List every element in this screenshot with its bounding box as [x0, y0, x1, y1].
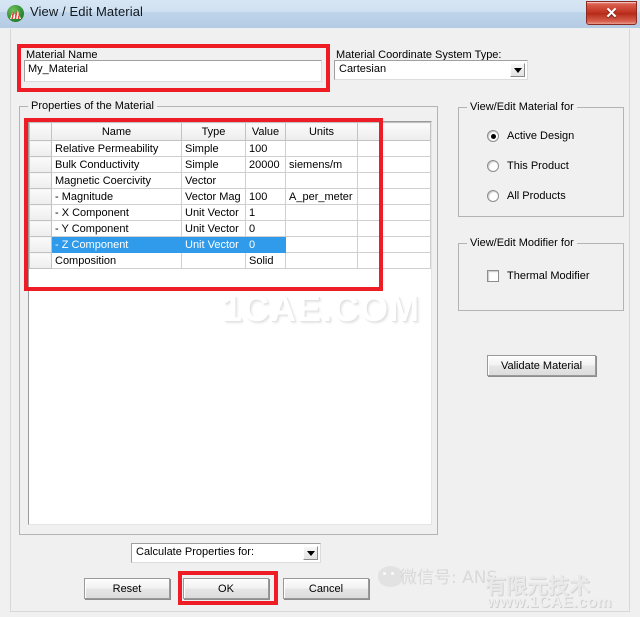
cell-name[interactable]: Bulk Conductivity [52, 157, 182, 173]
reset-button[interactable]: Reset [84, 578, 170, 599]
cell-name[interactable]: Relative Permeability [52, 141, 182, 157]
view-edit-material-for-title: View/Edit Material for [467, 101, 577, 113]
cell-units[interactable] [286, 205, 358, 221]
column-header-tail[interactable] [358, 123, 431, 141]
table-row[interactable]: Bulk ConductivitySimple20000siemens/m [30, 157, 431, 173]
cell-type[interactable]: Unit Vector [182, 237, 246, 253]
ansys-logo-icon [7, 5, 24, 22]
cell-type[interactable]: Unit Vector [182, 221, 246, 237]
calculate-properties-value: Calculate Properties for: [136, 546, 254, 558]
coordinate-system-value: Cartesian [339, 63, 386, 75]
row-selector-cell[interactable] [30, 157, 52, 173]
column-header-select[interactable] [30, 123, 52, 141]
cell-units[interactable] [286, 221, 358, 237]
column-header-units[interactable]: Units [286, 123, 358, 141]
window-title: View / Edit Material [30, 4, 143, 19]
column-header-value[interactable]: Value [246, 123, 286, 141]
radio-label-all-products[interactable]: All Products [507, 190, 566, 202]
radio-label-active-design[interactable]: Active Design [507, 130, 574, 142]
row-selector-cell[interactable] [30, 205, 52, 221]
cell-value[interactable]: 100 [246, 189, 286, 205]
cell-name[interactable]: - Y Component [52, 221, 182, 237]
table-row[interactable]: Magnetic CoercivityVector [30, 173, 431, 189]
cell-type[interactable]: Vector [182, 173, 246, 189]
cell-units[interactable] [286, 253, 358, 269]
ok-button[interactable]: OK [183, 578, 269, 599]
cell-type[interactable] [182, 253, 246, 269]
row-selector-cell[interactable] [30, 189, 52, 205]
cell-value[interactable]: 100 [246, 141, 286, 157]
table-row[interactable]: Relative PermeabilitySimple100 [30, 141, 431, 157]
cell-units[interactable]: A_per_meter [286, 189, 358, 205]
checkbox-label-thermal-modifier[interactable]: Thermal Modifier [507, 270, 590, 282]
cell-value[interactable]: 0 [246, 221, 286, 237]
cell-value[interactable]: 1 [246, 205, 286, 221]
properties-table-body: Relative PermeabilitySimple100Bulk Condu… [30, 141, 431, 269]
cancel-button[interactable]: Cancel [283, 578, 369, 599]
row-selector-cell[interactable] [30, 173, 52, 189]
cell-name[interactable]: - Magnitude [52, 189, 182, 205]
title-bar: View / Edit Material ✕ [0, 0, 640, 29]
cell-tail [358, 221, 431, 237]
properties-table[interactable]: Name Type Value Units Relative Permeabil… [28, 121, 432, 525]
cell-tail [358, 173, 431, 189]
close-icon: ✕ [587, 2, 636, 24]
checkbox-thermal-modifier[interactable] [487, 270, 499, 282]
radio-all-products[interactable] [487, 190, 499, 202]
cell-type[interactable]: Simple [182, 157, 246, 173]
cell-units[interactable] [286, 173, 358, 189]
cell-type[interactable]: Vector Mag [182, 189, 246, 205]
cell-tail [358, 253, 431, 269]
cell-tail [358, 141, 431, 157]
row-selector-cell[interactable] [30, 141, 52, 157]
cell-tail [358, 157, 431, 173]
cell-type[interactable]: Unit Vector [182, 205, 246, 221]
properties-group-title: Properties of the Material [28, 100, 157, 112]
properties-grid: Name Type Value Units Relative Permeabil… [29, 122, 431, 269]
cell-units[interactable]: siemens/m [286, 157, 358, 173]
view-edit-modifier-for-group: View/Edit Modifier for Thermal Modifier [458, 243, 624, 311]
cell-name[interactable]: - X Component [52, 205, 182, 221]
table-row[interactable]: - MagnitudeVector Mag100A_per_meter [30, 189, 431, 205]
row-selector-cell[interactable] [30, 237, 52, 253]
view-edit-material-dialog: View / Edit Material ✕ Material Name My_… [0, 0, 640, 617]
radio-active-design[interactable] [487, 130, 499, 142]
table-header-row: Name Type Value Units [30, 123, 431, 141]
row-selector-cell[interactable] [30, 221, 52, 237]
close-button[interactable]: ✕ [586, 1, 637, 25]
view-edit-material-for-group: View/Edit Material for Active Design Thi… [458, 107, 624, 217]
cell-value[interactable]: 20000 [246, 157, 286, 173]
cell-name[interactable]: Magnetic Coercivity [52, 173, 182, 189]
coordinate-system-select[interactable]: Cartesian [334, 60, 528, 80]
material-name-input[interactable]: My_Material [24, 60, 322, 82]
radio-this-product[interactable] [487, 160, 499, 172]
row-selector-cell[interactable] [30, 253, 52, 269]
cell-value[interactable] [246, 173, 286, 189]
cell-value[interactable]: 0 [246, 237, 286, 253]
chevron-down-icon-calculate[interactable] [303, 546, 318, 560]
cell-name[interactable]: - Z Component [52, 237, 182, 253]
cell-value[interactable]: Solid [246, 253, 286, 269]
cell-name[interactable]: Composition [52, 253, 182, 269]
cell-tail [358, 189, 431, 205]
table-row[interactable]: Composition Solid [30, 253, 431, 269]
table-row[interactable]: - X ComponentUnit Vector1 [30, 205, 431, 221]
radio-label-this-product[interactable]: This Product [507, 160, 569, 172]
table-row[interactable]: - Z ComponentUnit Vector0 [30, 237, 431, 253]
table-row[interactable]: - Y ComponentUnit Vector0 [30, 221, 431, 237]
cell-tail [358, 205, 431, 221]
chevron-down-icon[interactable] [510, 63, 525, 77]
validate-material-button[interactable]: Validate Material [487, 355, 596, 376]
cell-type[interactable]: Simple [182, 141, 246, 157]
cell-units[interactable] [286, 141, 358, 157]
cell-tail [358, 237, 431, 253]
column-header-type[interactable]: Type [182, 123, 246, 141]
calculate-properties-select[interactable]: Calculate Properties for: [131, 543, 321, 563]
column-header-name[interactable]: Name [52, 123, 182, 141]
cell-units[interactable] [286, 237, 358, 253]
view-edit-modifier-for-title: View/Edit Modifier for [467, 237, 577, 249]
